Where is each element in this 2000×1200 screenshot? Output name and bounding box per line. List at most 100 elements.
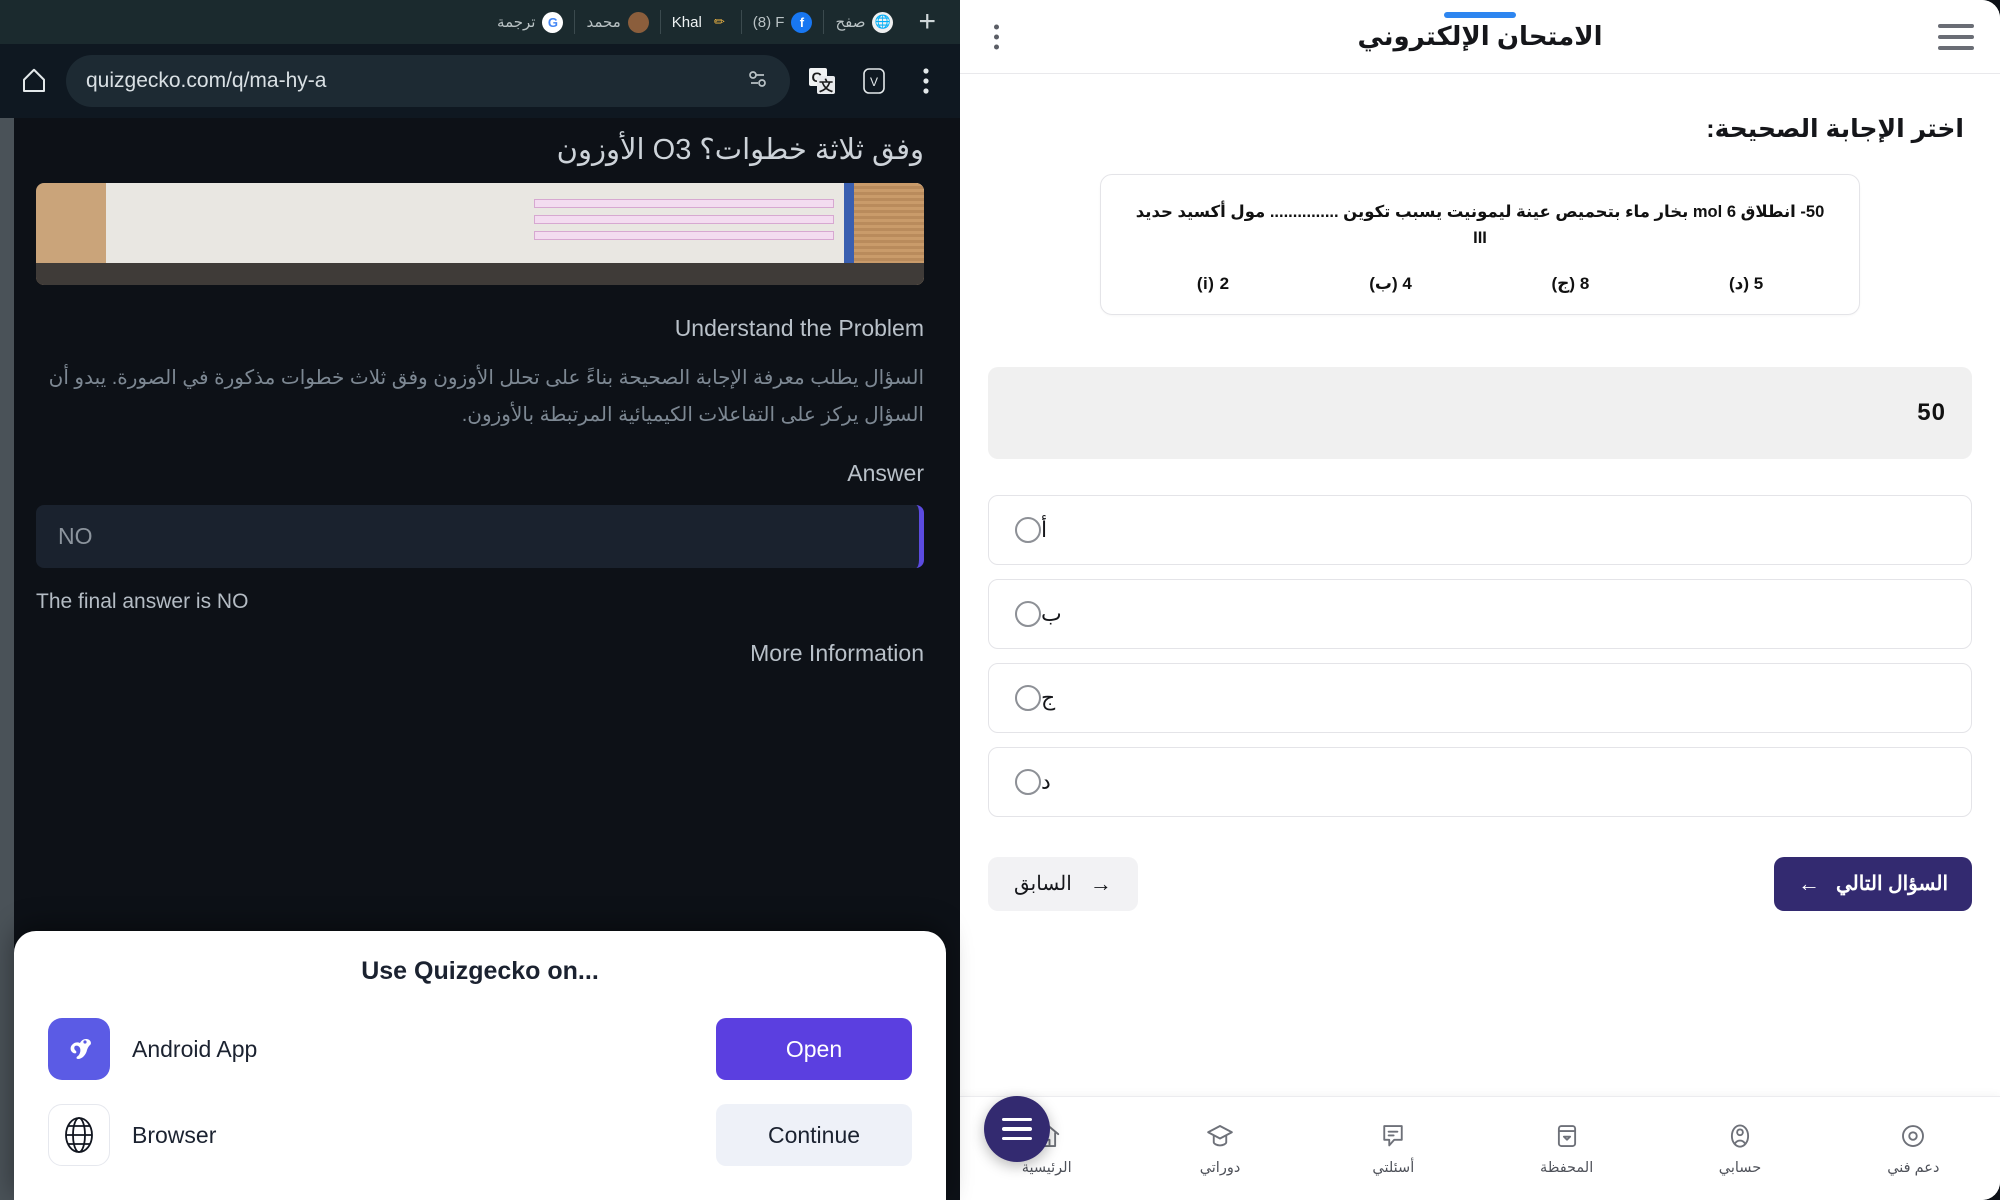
plus-icon[interactable]: + [904,7,950,37]
globe-icon: 🌐 [872,11,894,33]
question-choice: 2 (i) [1196,273,1230,293]
previous-question-label: السابق [1014,873,1072,896]
question-prompt: اختر الإجابة الصحيحة: [1706,115,1964,143]
question-card: 50- انطلاق 6 mol بخار ماء بتحميص عينة لي… [1100,174,1860,315]
question-text: 50- انطلاق 6 mol بخار ماء بتحميص عينة لي… [1135,203,1825,248]
question-choices: 2 (i) 4 (ب) 8 (ج) 5 (د) [1127,274,1833,294]
address-bar[interactable]: quizgecko.com/q/ma-hy-a [66,55,790,107]
next-question-button[interactable]: السؤال التالي ← [1773,856,1972,911]
answer-display-box: 50 [988,366,1972,459]
thumbnail-table-row [534,199,834,208]
nav-item-wallet[interactable]: المحفظة [1480,1121,1653,1176]
section-heading-answer: Answer [847,460,924,486]
nav-item-courses[interactable]: دوراتي [1133,1121,1306,1176]
hamburger-menu-icon[interactable] [1938,23,1974,50]
app-header: الامتحان الإلكتروني [960,0,2000,74]
nav-item-questions[interactable]: أسئلتي [1307,1121,1480,1176]
home-button-icon[interactable] [14,61,54,101]
open-button[interactable]: Open [716,1018,912,1080]
pencil-icon: ✏ [713,14,725,29]
title-underline-accent [1444,12,1516,18]
option-label-b: ب [1041,600,1062,626]
quiz-app-window: الامتحان الإلكتروني اختر الإجابة الصحيحة… [960,0,2000,1200]
option-row-b[interactable]: ب [988,578,1972,649]
google-translate-icon[interactable]: G文 [802,61,842,101]
thumbnail-desk [36,263,924,285]
reader-view-icon[interactable]: V [854,61,894,101]
menu-fab-icon[interactable] [984,1096,1050,1162]
browser-tab-4[interactable]: f (8) F [742,7,824,37]
nav-label-wallet: المحفظة [1540,1160,1594,1176]
browser-tab-label: (8) F [752,13,785,31]
url-text: quizgecko.com/q/ma-hy-a [86,69,327,92]
previous-question-button[interactable]: → السابق [988,856,1138,911]
option-label-a: أ [1041,516,1048,542]
facebook-icon: f [791,11,813,33]
thumbnail-table-row [534,215,834,224]
user-account-icon [1730,1124,1750,1148]
browser-tab-label: صفح [835,14,866,31]
support-icon [1902,1125,1925,1147]
browser-window: + 🌐 صفح f (8) F ✏ Khal محمد G ترجمة V G … [0,0,960,1200]
question-thumbnail-image[interactable] [36,183,924,285]
sheet-label-browser: Browser [132,1121,217,1148]
option-row-c[interactable]: ج [988,662,1972,733]
browser-tab-label: محمد [586,14,621,31]
radio-button-a[interactable] [1015,516,1041,543]
app-body: اختر الإجابة الصحيحة: 50- انطلاق 6 mol ب… [960,74,2000,1200]
arrow-right-icon: → [1089,870,1112,896]
nav-label-account: حسابي [1718,1160,1762,1176]
svg-text:文: 文 [819,78,834,94]
site-permissions-icon[interactable] [746,67,770,96]
kebab-menu-icon[interactable] [993,24,999,49]
final-answer-line: The final answer is NO [36,590,249,613]
avatar-icon [627,11,649,33]
svg-text:V: V [870,75,878,89]
radio-button-d[interactable] [1015,768,1041,795]
graduation-cap-icon [1207,1125,1233,1147]
google-icon: G [542,11,564,33]
pane-resize-grip[interactable] [0,118,14,1200]
bottom-navigation-bar: الرئيسية دوراتي أسئلتي المحفظة حسابي دعم… [960,1096,2000,1200]
option-label-c: ج [1041,684,1056,710]
browser-tab-2[interactable]: محمد [575,7,659,37]
browser-tab-3[interactable]: ✏ Khal [661,7,741,37]
sheet-title: Use Quizgecko on... [361,957,599,985]
sheet-row-android-app: Android App Open [48,1018,912,1080]
radio-button-c[interactable] [1015,684,1041,711]
nav-label-support: دعم فني [1887,1160,1940,1176]
chat-bubble-icon [1383,1125,1404,1147]
nav-item-support[interactable]: دعم فني [1827,1121,2000,1176]
question-choice: 5 (د) [1728,273,1764,293]
section-heading-understand: Understand the Problem [674,315,924,341]
browser-tab-label: Khal [671,13,702,31]
answer-value-card: NO [36,505,924,568]
question-nav-row: السؤال التالي ← → السابق [988,856,1972,911]
content-title: وفق ثلاثة خطوات؟ O3 الأوزون [556,134,924,166]
question-choice: 4 (ب) [1369,273,1412,293]
browser-tab-5[interactable]: 🌐 صفح [824,7,904,37]
option-label-d: د [1041,768,1051,794]
browser-tab-strip: + 🌐 صفح f (8) F ✏ Khal محمد G ترجمة [0,0,960,44]
question-choice: 8 (ج) [1551,273,1590,293]
browser-tab-1[interactable]: G ترجمة [486,7,574,37]
use-quizgecko-bottom-sheet: Use Quizgecko on... Android App Open Bro… [14,931,946,1200]
wallet-icon [1557,1125,1576,1147]
radio-button-b[interactable] [1015,600,1041,627]
page-title: الامتحان الإلكتروني [1357,21,1603,51]
option-row-d[interactable]: د [988,746,1972,817]
arrow-left-icon: ← [1797,870,1820,896]
browser-menu-icon[interactable] [906,61,946,101]
browser-toolbar: V G文 quizgecko.com/q/ma-hy-a [0,44,960,118]
sheet-row-browser: Browser Continue [48,1104,912,1166]
continue-button[interactable]: Continue [716,1104,912,1166]
browser-tab-label: ترجمة [497,14,536,31]
nav-item-account[interactable]: حسابي [1653,1121,1826,1176]
understand-paragraph: السؤال يطلب معرفة الإجابة الصحيحة بناءً … [48,367,924,426]
next-question-label: السؤال التالي [1835,873,1948,896]
section-heading-more-information: More Information [750,640,924,666]
option-row-a[interactable]: أ [988,494,1972,565]
nav-label-questions: أسئلتي [1372,1160,1415,1176]
answer-display-value: 50 [1917,398,1946,426]
nav-label-home: الرئيسية [1021,1160,1072,1176]
